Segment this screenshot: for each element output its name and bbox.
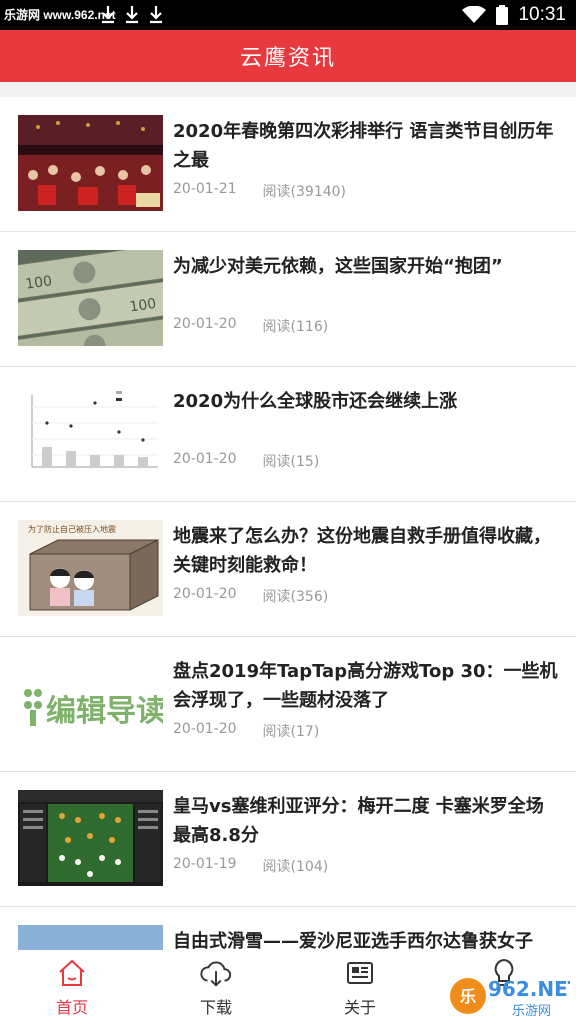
article-item[interactable]: 皇马vs塞维利亚评分：梅开二度 卡塞米罗全场最高8.8分 20-01-19 阅读… <box>0 772 576 907</box>
article-list[interactable]: 2020年春晚第四次彩排举行 语言类节目创历年之最 20-01-21 阅读(39… <box>0 97 576 950</box>
article-meta: 20-01-19 阅读(104) <box>173 856 328 876</box>
article-date: 20-01-20 <box>173 316 237 332</box>
app-header: 云鹰资讯 <box>0 30 576 82</box>
article-item[interactable]: 2020年春晚第四次彩排举行 语言类节目创历年之最 20-01-21 阅读(39… <box>0 97 576 232</box>
article-meta: 20-01-20 阅读(17) <box>173 721 319 741</box>
thumbnail-caption: 为了防止自己被压入地震 <box>28 524 116 534</box>
article-title[interactable]: 2020为什么全球股市还会继续上涨 <box>173 387 558 416</box>
home-icon <box>55 956 89 990</box>
article-meta: 20-01-20 阅读(356) <box>173 586 328 606</box>
article-date: 20-01-19 <box>173 856 237 872</box>
download-icon <box>150 6 162 24</box>
article-title[interactable]: 盘点2019年TapTap高分游戏Top 30：一些机会浮现了，一些题材没落了 <box>173 657 558 715</box>
nav-label: 关于 <box>343 998 376 1017</box>
article-reads: 阅读(116) <box>262 319 329 335</box>
news-card-icon <box>343 956 377 990</box>
svg-text:乐: 乐 <box>460 987 476 1006</box>
article-thumbnail <box>18 790 163 886</box>
article-title[interactable]: 自由式滑雪——爱沙尼亚选手西尔达鲁获女子 <box>173 927 558 950</box>
article-thumbnail: 为了防止自己被压入地震 <box>18 520 163 616</box>
page-title: 云鹰资讯 <box>239 46 336 71</box>
article-date: 20-01-20 <box>173 451 237 467</box>
cloud-download-icon <box>199 956 233 990</box>
article-meta: 20-01-20 阅读(116) <box>173 316 328 336</box>
article-thumbnail <box>18 385 163 481</box>
nav-label: 下载 <box>199 998 232 1017</box>
article-item[interactable]: 编辑导读 盘点2019年TapTap高分游戏Top 30：一些机会浮现了，一些题… <box>0 637 576 772</box>
nav-about[interactable]: 关于 <box>288 950 432 1024</box>
status-bar: 乐游网 www.962.net 10:31 <box>0 0 576 30</box>
article-title[interactable]: 地震来了怎么办？这份地震自救手册值得收藏，关键时刻能救命！ <box>173 522 558 580</box>
article-thumbnail: 编辑导读 <box>18 655 163 751</box>
site-logo-text: 乐游网 www.962.net <box>4 7 116 22</box>
nav-label: 首页 <box>55 998 88 1017</box>
article-reads: 阅读(15) <box>262 454 320 470</box>
battery-icon <box>496 5 509 25</box>
nav-download[interactable]: 下载 <box>144 950 288 1024</box>
watermark-subtext: 乐游网 <box>512 1004 551 1019</box>
article-title[interactable]: 为减少对美元依赖，这些国家开始“抱团” <box>173 252 558 281</box>
watermark-text: 962.NET <box>488 977 570 1001</box>
watermark-logo: 乐 962.NET 乐游网 <box>448 972 576 1020</box>
article-item[interactable]: 自由式滑雪——爱沙尼亚选手西尔达鲁获女子 <box>0 907 576 950</box>
article-date: 20-01-20 <box>173 586 237 602</box>
article-item[interactable]: 为了防止自己被压入地震 地震来了怎么办？这份地震自救手册值得收藏，关键时刻能救命… <box>0 502 576 637</box>
article-thumbnail <box>18 925 163 950</box>
thumbnail-text: 编辑导读 <box>46 694 163 729</box>
article-reads: 阅读(17) <box>262 724 320 740</box>
article-reads: 阅读(104) <box>262 859 329 875</box>
article-meta: 20-01-21 阅读(39140) <box>173 181 346 201</box>
article-date: 20-01-21 <box>173 181 237 197</box>
clock: 10:31 <box>518 4 566 25</box>
article-reads: 阅读(39140) <box>262 184 347 200</box>
download-icon <box>102 6 114 24</box>
download-icon <box>126 6 138 24</box>
article-thumbnail <box>18 115 163 211</box>
wifi-icon <box>462 6 487 23</box>
article-thumbnail: 100 100 <box>18 250 163 346</box>
status-notification-icons <box>100 4 164 24</box>
nav-home[interactable]: 首页 <box>0 950 144 1024</box>
article-title[interactable]: 皇马vs塞维利亚评分：梅开二度 卡塞米罗全场最高8.8分 <box>173 792 558 850</box>
article-item[interactable]: 2020为什么全球股市还会继续上涨 20-01-20 阅读(15) <box>0 367 576 502</box>
article-title[interactable]: 2020年春晚第四次彩排举行 语言类节目创历年之最 <box>173 117 558 175</box>
article-date: 20-01-20 <box>173 721 237 737</box>
article-meta: 20-01-20 阅读(15) <box>173 451 319 471</box>
status-site-logo: 乐游网 www.962.net <box>4 5 116 23</box>
article-reads: 阅读(356) <box>262 589 329 605</box>
article-item[interactable]: 100 100 为减少对美元依赖，这些国家开始“抱团” 20-01-20 阅读(… <box>0 232 576 367</box>
